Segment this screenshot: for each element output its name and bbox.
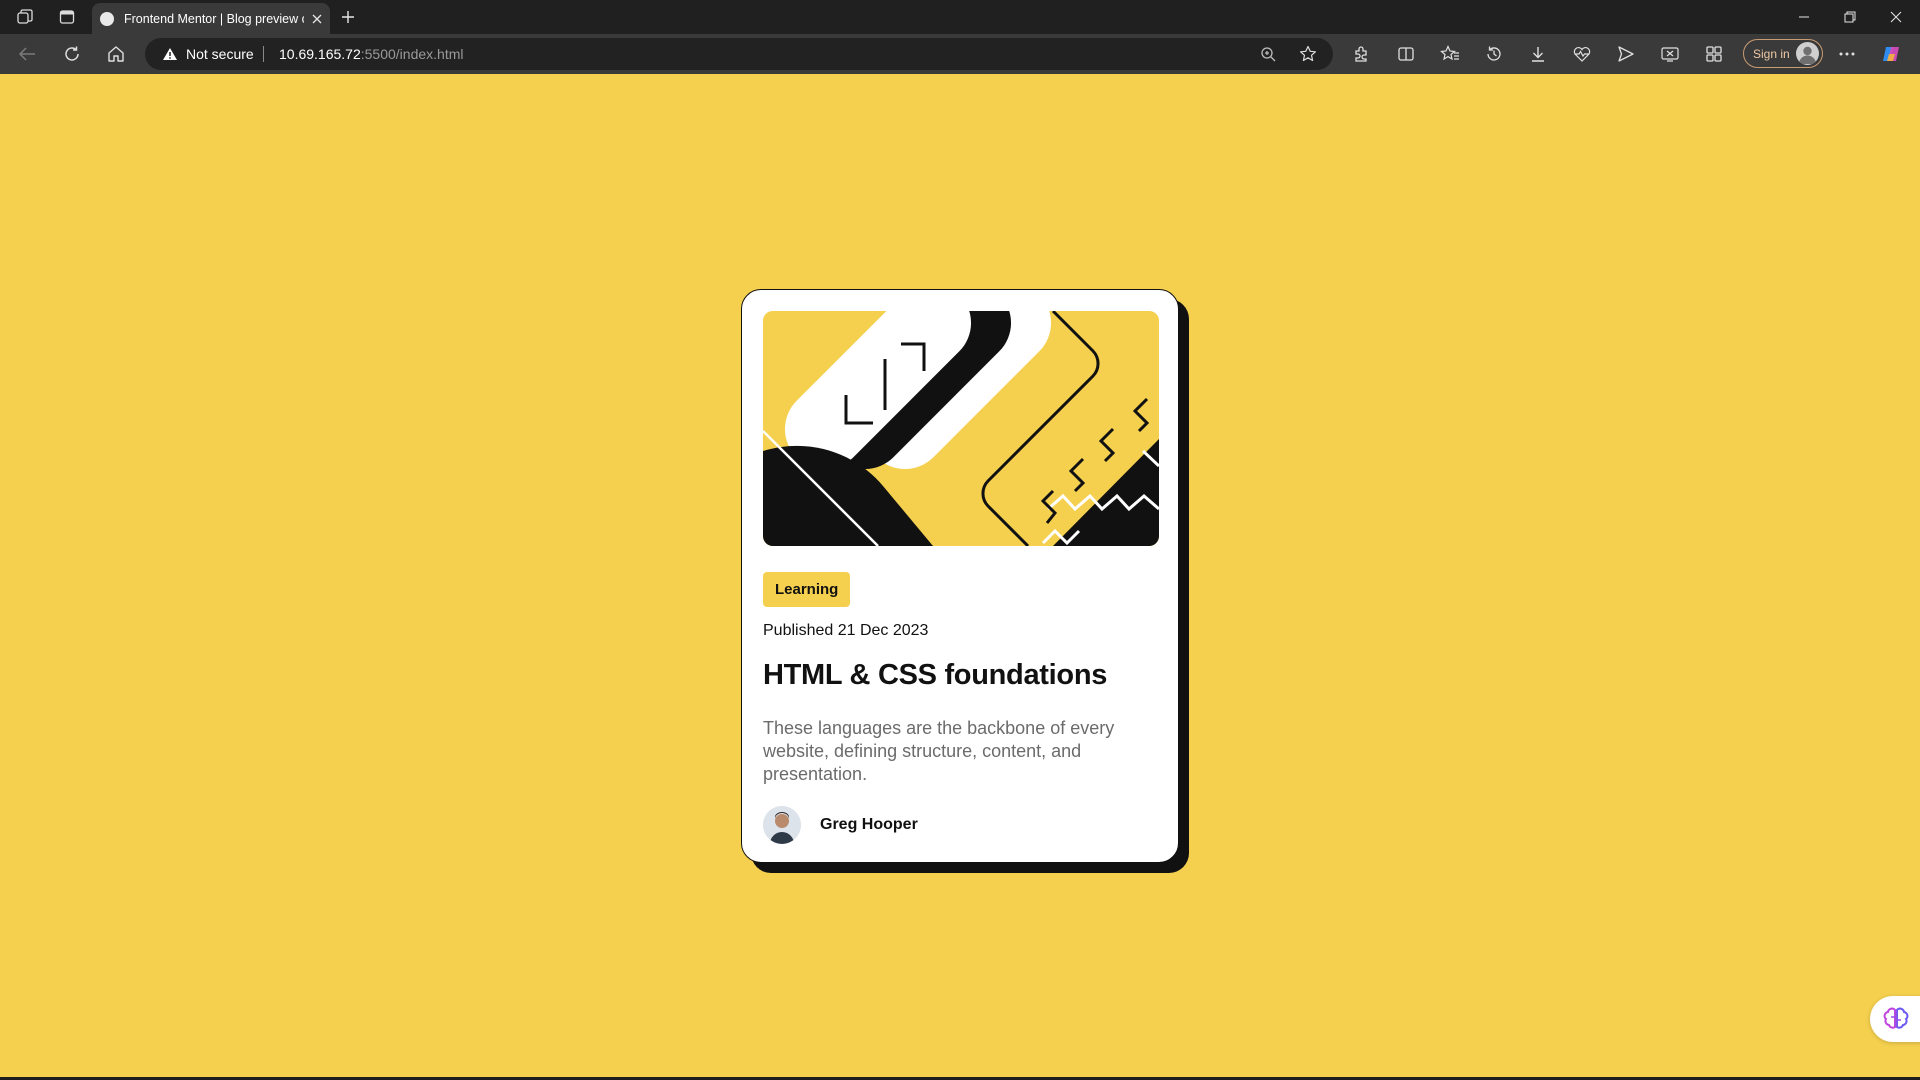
tab-favicon — [100, 11, 114, 26]
sign-in-button[interactable]: Sign in — [1743, 39, 1823, 68]
blog-description: These languages are the backbone of ever… — [763, 718, 1115, 784]
restore-icon[interactable] — [1837, 6, 1863, 28]
blog-preview-card: Learning Published 21 Dec 2023 HTML & CS… — [741, 289, 1179, 863]
url-path: :5500/index.html — [360, 46, 464, 62]
back-icon[interactable] — [15, 43, 39, 65]
tab-actions-icon[interactable] — [56, 6, 78, 28]
favorites-icon[interactable] — [1438, 43, 1462, 65]
sign-in-label: Sign in — [1753, 46, 1790, 61]
screenshot-icon[interactable] — [1658, 43, 1682, 65]
publish-date: Published 21 Dec 2023 — [763, 622, 929, 639]
download-icon[interactable] — [1526, 43, 1550, 65]
url-host: 10.69.165.72 — [279, 46, 361, 62]
warning-icon[interactable] — [162, 47, 178, 66]
minimize-icon[interactable] — [1791, 6, 1817, 28]
tab-bar: Frontend Mentor | Blog preview c — [0, 0, 1920, 34]
author: Greg Hooper — [763, 806, 918, 844]
tab-title: Frontend Mentor | Blog preview c — [124, 11, 304, 26]
performance-icon[interactable] — [1570, 43, 1594, 65]
window-close-icon[interactable] — [1883, 6, 1909, 28]
assistant-button[interactable] — [1870, 996, 1920, 1042]
plus-icon[interactable] — [337, 6, 359, 28]
workspaces-icon[interactable] — [14, 6, 36, 28]
address-bar[interactable]: Not secure 10.69.165.72:5500/index.html — [145, 38, 1333, 70]
brain-icon — [1883, 1006, 1909, 1037]
zoom-icon[interactable] — [1260, 46, 1276, 67]
security-status[interactable]: Not secure — [186, 46, 254, 62]
collections-icon[interactable] — [1702, 43, 1726, 65]
extensions-icon[interactable] — [1350, 43, 1374, 65]
toolbar: Not secure 10.69.165.72:5500/index.html … — [0, 34, 1920, 74]
refresh-icon[interactable] — [60, 43, 84, 65]
blog-title[interactable]: HTML & CSS foundations — [763, 659, 1107, 692]
profile-avatar-icon — [1796, 42, 1819, 65]
address-separator — [263, 46, 264, 62]
url-text[interactable]: 10.69.165.72:5500/index.html — [279, 46, 463, 62]
star-icon[interactable] — [1299, 45, 1317, 68]
author-avatar — [763, 806, 801, 844]
active-tab[interactable]: Frontend Mentor | Blog preview c — [92, 3, 330, 34]
blog-illustration — [763, 311, 1159, 546]
more-icon[interactable] — [1835, 43, 1859, 65]
split-screen-icon[interactable] — [1394, 43, 1418, 65]
close-icon[interactable] — [312, 14, 322, 24]
home-icon[interactable] — [104, 43, 128, 65]
copilot-icon[interactable] — [1880, 43, 1904, 65]
history-icon[interactable] — [1482, 43, 1506, 65]
category-tag: Learning — [763, 572, 851, 607]
share-icon[interactable] — [1614, 43, 1638, 65]
author-name: Greg Hooper — [820, 816, 918, 833]
